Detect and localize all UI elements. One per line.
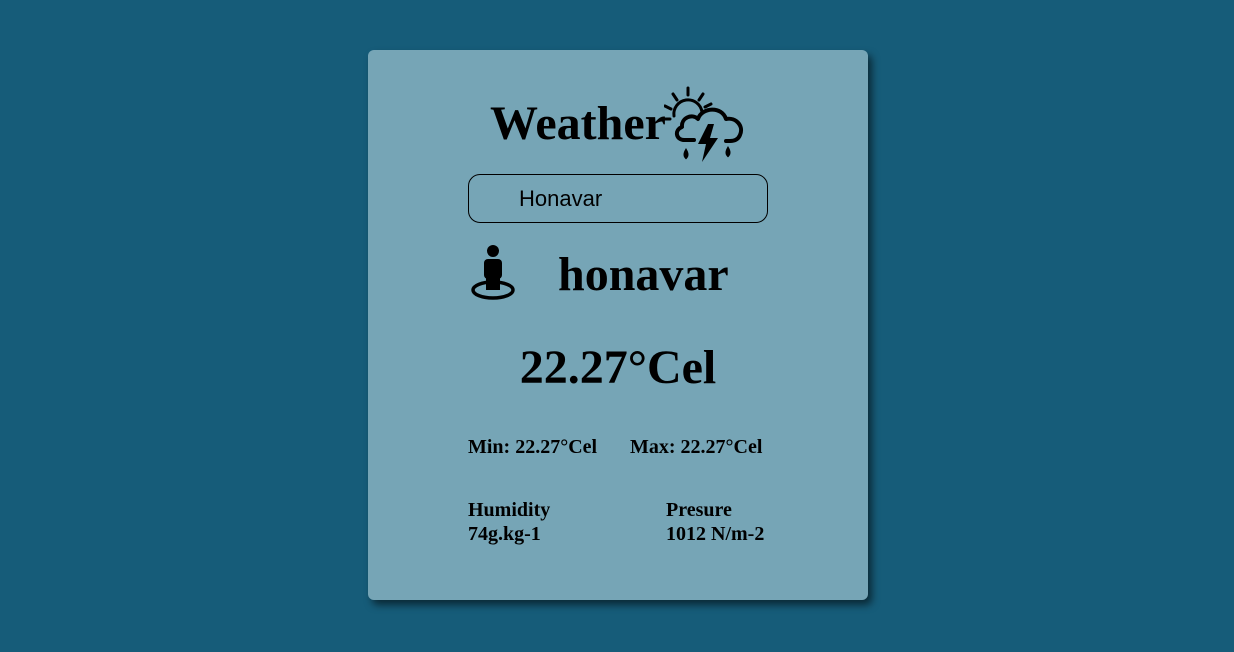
title-row: Weather bbox=[368, 86, 868, 168]
current-temperature: 22.27°Cel bbox=[519, 341, 717, 394]
pressure-label: Presure bbox=[666, 499, 732, 521]
pressure-value: 1012 N/m-2 bbox=[666, 523, 765, 545]
min-temperature: Min: 22.27°Cel bbox=[468, 436, 598, 458]
max-temperature: Max: 22.27°Cel bbox=[630, 436, 763, 458]
person-location-icon bbox=[471, 245, 515, 300]
pressure-stat: Presure 1012 N/m-2 bbox=[666, 498, 764, 546]
humidity-stat: Humidity 74g.kg-1 bbox=[468, 498, 550, 546]
sun-cloud-thunder-rain-icon bbox=[664, 86, 743, 162]
humidity-label: Humidity bbox=[468, 499, 551, 521]
city-name: honavar bbox=[558, 248, 729, 301]
city-search-input[interactable] bbox=[468, 174, 768, 223]
humidity-value: 74g.kg-1 bbox=[468, 523, 541, 545]
weather-card: Weather honav bbox=[368, 50, 868, 600]
app-title: Weather bbox=[490, 97, 666, 150]
